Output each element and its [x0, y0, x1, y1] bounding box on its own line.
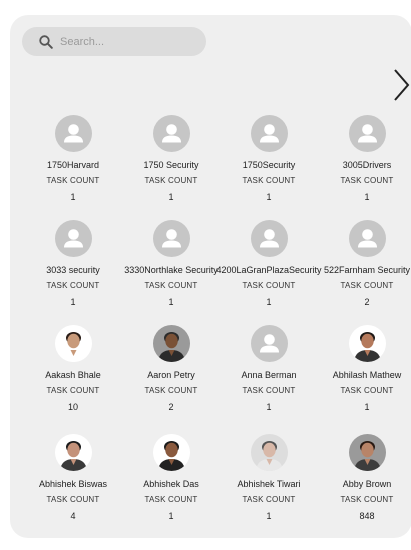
employee-card[interactable]: 4200LaGranPlazaSecurity TASK COUNT 1 [216, 220, 322, 309]
task-count-label: TASK COUNT [242, 386, 296, 395]
task-count-value: 1 [364, 192, 370, 202]
avatar-placeholder [250, 220, 288, 257]
user-silhouette-icon [259, 124, 279, 143]
employee-name: 522Farnham Security [323, 265, 411, 275]
task-count-value: 1 [168, 297, 174, 307]
employee-card[interactable]: Abhishek Das TASK COUNT 1 [122, 434, 220, 523]
employee-card[interactable]: 3005Drivers TASK COUNT 1 [318, 115, 411, 204]
task-count-label: TASK COUNT [144, 386, 198, 395]
task-count-value: 1 [266, 402, 272, 412]
task-count-label: TASK COUNT [340, 281, 394, 290]
task-count-label: TASK COUNT [144, 176, 198, 185]
task-count-value: 1 [70, 192, 76, 202]
user-silhouette-icon [357, 124, 377, 143]
employee-name: Anna Berman [241, 370, 297, 380]
avatar-photo [54, 325, 92, 362]
task-count-label: TASK COUNT [340, 495, 394, 504]
task-count-label: TASK COUNT [242, 281, 296, 290]
task-count-value: 1 [70, 297, 76, 307]
employee-panel: 1750Harvard TASK COUNT 1 1750 Security TASK … [10, 15, 411, 538]
task-count-label: TASK COUNT [340, 386, 394, 395]
employee-card[interactable]: 1750Security TASK COUNT 1 [220, 115, 318, 204]
task-count-label: TASK COUNT [242, 495, 296, 504]
search-input[interactable] [60, 35, 180, 48]
employee-card[interactable]: Anna Berman TASK COUNT 1 [220, 325, 318, 414]
employee-card[interactable]: Aaron Petry TASK COUNT 2 [122, 325, 220, 414]
avatar-placeholder [54, 220, 92, 257]
employee-name: Aaron Petry [147, 370, 195, 380]
task-count-value: 1 [266, 511, 272, 521]
task-count-label: TASK COUNT [144, 281, 198, 290]
avatar-photo [54, 434, 92, 471]
user-silhouette-icon [63, 124, 83, 143]
avatar-photo [152, 325, 190, 362]
employee-card[interactable]: Aakash Bhale TASK COUNT 10 [24, 325, 122, 414]
employee-name: 3005Drivers [342, 160, 392, 170]
chevron-right-icon[interactable] [392, 68, 410, 102]
task-count-value: 2 [364, 297, 370, 307]
task-count-value: 4 [70, 511, 76, 521]
user-silhouette-icon [357, 229, 377, 248]
employee-name: Aakash Bhale [45, 370, 101, 380]
employee-name: 3330Northlake Security [124, 265, 218, 275]
employee-name: 4200LaGranPlazaSecurity [216, 265, 322, 275]
avatar-photo [152, 434, 190, 471]
task-count-value: 1 [364, 402, 370, 412]
avatar-placeholder [152, 220, 190, 257]
task-count-label: TASK COUNT [340, 176, 394, 185]
employee-card[interactable]: Abhishek Tiwari TASK COUNT 1 [220, 434, 318, 523]
employee-card[interactable]: Abhilash Mathew TASK COUNT 1 [318, 325, 411, 414]
employee-name: Abhishek Tiwari [237, 479, 301, 489]
search-icon [39, 34, 53, 49]
employee-name: 3033 security [46, 265, 100, 275]
avatar-placeholder [250, 325, 288, 362]
employee-card[interactable]: 1750 Security TASK COUNT 1 [122, 115, 220, 204]
employee-card[interactable]: 3330Northlake Security TASK COUNT 1 [122, 220, 220, 309]
task-count-label: TASK COUNT [46, 281, 100, 290]
employee-card[interactable]: Abby Brown TASK COUNT 848 [318, 434, 411, 523]
user-silhouette-icon [259, 229, 279, 248]
task-count-label: TASK COUNT [46, 495, 100, 504]
employee-name: 1750 Security [143, 160, 199, 170]
employee-name: 1750Security [242, 160, 296, 170]
employee-card[interactable]: 3033 security TASK COUNT 1 [24, 220, 122, 309]
employee-name: Abhishek Biswas [38, 479, 108, 489]
task-count-value: 1 [168, 192, 174, 202]
avatar-placeholder [250, 115, 288, 152]
task-count-label: TASK COUNT [144, 495, 198, 504]
task-count-value: 2 [168, 402, 174, 412]
avatar-placeholder [152, 115, 190, 152]
task-count-value: 10 [67, 402, 78, 412]
avatar-placeholder [54, 115, 92, 152]
employee-name: Abhilash Mathew [332, 370, 402, 380]
user-silhouette-icon [161, 124, 181, 143]
employee-card[interactable]: 1750Harvard TASK COUNT 1 [24, 115, 122, 204]
employee-card[interactable]: 522Farnham Security TASK COUNT 2 [318, 220, 411, 309]
avatar-photo [348, 325, 386, 362]
employee-name: Abby Brown [342, 479, 392, 489]
task-count-value: 1 [168, 511, 174, 521]
user-silhouette-icon [161, 229, 181, 248]
task-count-label: TASK COUNT [46, 386, 100, 395]
search-bar[interactable] [22, 27, 206, 56]
task-count-label: TASK COUNT [242, 176, 296, 185]
task-count-value: 1 [266, 297, 272, 307]
user-silhouette-icon [63, 229, 83, 248]
avatar-photo [250, 434, 288, 471]
task-count-value: 848 [359, 511, 375, 521]
employee-name: Abhishek Das [143, 479, 199, 489]
avatar-photo [348, 434, 386, 471]
task-count-value: 1 [266, 192, 272, 202]
avatar-placeholder [348, 115, 386, 152]
employee-name: 1750Harvard [46, 160, 100, 170]
avatar-placeholder [348, 220, 386, 257]
employee-card[interactable]: Abhishek Biswas TASK COUNT 4 [24, 434, 122, 523]
user-silhouette-icon [259, 334, 279, 353]
task-count-label: TASK COUNT [46, 176, 100, 185]
